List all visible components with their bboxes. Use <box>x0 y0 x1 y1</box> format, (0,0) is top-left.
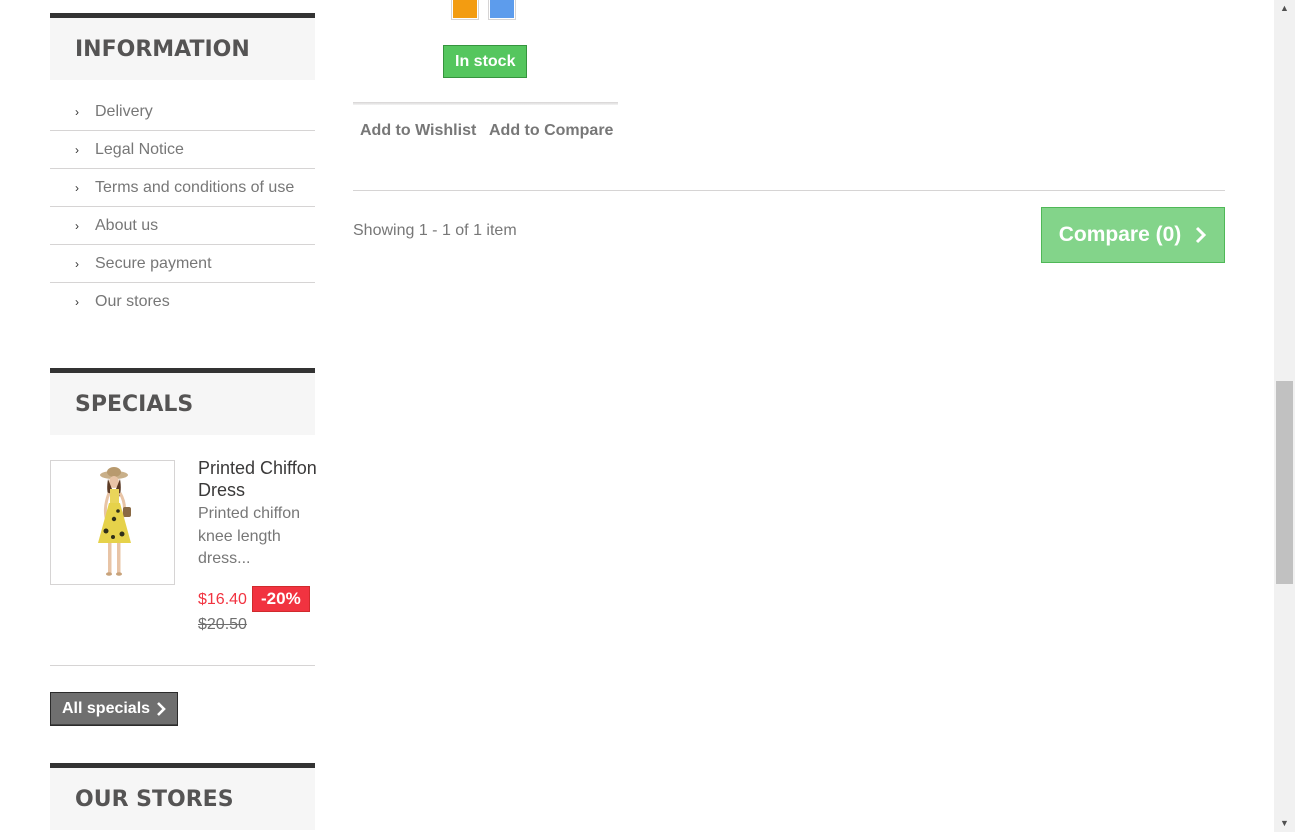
availability-badge: In stock <box>443 45 528 78</box>
specials-block: SPECIALS Printed Chiffon Dress Printed c… <box>50 368 318 726</box>
info-link-label: About us <box>95 216 159 234</box>
scroll-up-arrow[interactable]: ▲ <box>1274 0 1295 17</box>
color-swatch-blue[interactable] <box>488 0 516 20</box>
swatch-fill <box>490 0 514 18</box>
scrollbar-thumb[interactable] <box>1276 381 1293 584</box>
add-to-wishlist-link[interactable]: Add to Wishlist <box>360 122 476 140</box>
all-specials-label: All specials <box>62 700 151 717</box>
chevron-right-icon: › <box>75 218 79 233</box>
compare-button[interactable]: Compare (0) <box>1041 207 1225 263</box>
divider <box>353 190 1225 191</box>
compare-button-label: Compare (0) <box>1058 223 1182 246</box>
product-description: Printed chiffon knee length dress... <box>198 505 300 567</box>
info-link-terms[interactable]: › Terms and conditions of use <box>50 169 315 207</box>
our-stores-title[interactable]: OUR STORES <box>50 763 315 830</box>
information-title[interactable]: INFORMATION <box>50 13 315 80</box>
info-link-secure-payment[interactable]: › Secure payment <box>50 245 315 283</box>
add-to-compare-link[interactable]: Add to Compare <box>489 122 613 140</box>
our-stores-block: OUR STORES <box>50 763 315 830</box>
product-listing: In stock Add to Wishlist Add to Compare … <box>353 0 1225 832</box>
discount-badge: -20% <box>252 586 310 612</box>
chevron-right-icon: › <box>75 180 79 195</box>
swatch-fill <box>453 0 477 18</box>
info-link-label: Our stores <box>95 293 170 310</box>
old-price: $20.50 <box>198 616 247 633</box>
specials-title[interactable]: SPECIALS <box>50 368 315 435</box>
product-image[interactable] <box>50 460 175 585</box>
info-link-label: Delivery <box>95 102 153 120</box>
chevron-right-icon: › <box>75 142 79 157</box>
info-link-about-us[interactable]: › About us <box>50 207 315 245</box>
scroll-down-arrow[interactable]: ▼ <box>1274 815 1295 832</box>
chevron-right-icon: › <box>75 256 79 271</box>
product-count: Showing 1 - 1 of 1 item <box>353 222 517 239</box>
info-link-legal-notice[interactable]: › Legal Notice <box>50 131 315 169</box>
chevron-right-icon <box>157 702 166 716</box>
chevron-right-icon: › <box>75 104 79 119</box>
info-link-our-stores[interactable]: › Our stores <box>50 283 315 321</box>
product-name[interactable]: Printed Chiffon Dress <box>198 457 318 501</box>
info-link-delivery[interactable]: › Delivery <box>50 93 315 131</box>
all-specials-button[interactable]: All specials <box>50 692 179 726</box>
chevron-right-icon: › <box>75 295 79 309</box>
special-product: Printed Chiffon Dress Printed chiffon kn… <box>50 435 318 660</box>
functional-buttons-bar <box>353 102 618 105</box>
vertical-scrollbar[interactable]: ▲ ▼ <box>1274 0 1295 832</box>
dress-model-image <box>51 461 174 584</box>
info-link-label: Terms and conditions of use <box>95 178 295 196</box>
information-list: › Delivery › Legal Notice › Terms and co… <box>50 93 315 321</box>
chevron-right-icon <box>1196 226 1207 244</box>
info-link-label: Secure payment <box>95 254 212 272</box>
info-link-label: Legal Notice <box>95 140 184 158</box>
information-block: INFORMATION › Delivery › Legal Notice › … <box>50 13 315 321</box>
divider <box>50 665 315 666</box>
color-swatch-orange[interactable] <box>451 0 479 20</box>
product-price: $16.40 <box>198 591 247 608</box>
